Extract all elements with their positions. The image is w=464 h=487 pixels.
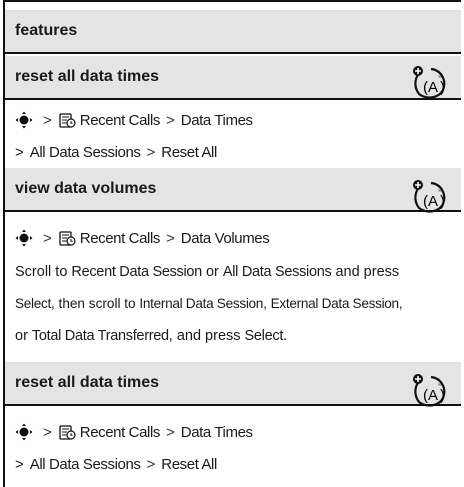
path-separator: > — [166, 229, 175, 247]
text-run: , — [263, 296, 271, 311]
paragraph-line: Scroll to Recent Data Session or All Dat… — [15, 256, 453, 288]
menu-path-line-1: > Recent Calls > Data Volumes — [15, 226, 461, 250]
section-heading-reset-1: reset all data times — [5, 56, 461, 100]
svg-text:(A: (A — [423, 387, 438, 404]
nav-key-icon — [15, 111, 33, 129]
key-all-data-sessions: All Data Sessions — [222, 264, 332, 280]
path-separator: > — [166, 111, 175, 129]
text-run: , — [398, 296, 403, 311]
paragraph-line: Select, then scroll to Internal Data Ses… — [15, 288, 453, 320]
menu-item-all-data-sessions: All Data Sessions — [29, 143, 141, 161]
path-separator: > — [15, 455, 24, 473]
network-dependent-feature-icon: (A ’’ ) — [413, 180, 446, 213]
key-select: Select — [15, 296, 51, 311]
text-run: and press — [331, 264, 400, 280]
key-internal-data-session: Internal Data Session — [139, 296, 264, 311]
key-external-data-session: External Data Session — [270, 296, 400, 311]
menu-path-line-1: > Recent Calls > Data Times — [15, 108, 461, 132]
nav-key-icon — [15, 423, 33, 441]
menu-item-recent-calls: Recent Calls — [79, 111, 161, 129]
svg-text:(A: (A — [423, 79, 438, 96]
path-separator: > — [43, 111, 52, 129]
section-heading-reset-2: reset all data times — [5, 362, 461, 406]
menu-item-reset-all: Reset All — [161, 143, 217, 161]
path-separator: > — [15, 143, 24, 161]
text-run: Scroll to — [15, 264, 72, 280]
network-dependent-feature-icon: (A ’’ ) — [413, 66, 446, 99]
text-run: . — [283, 328, 288, 344]
menu-item-data-volumes: Data Volumes — [180, 229, 270, 247]
svg-text:(A: (A — [423, 193, 438, 210]
table-header: features — [5, 10, 461, 54]
text-run: or — [15, 328, 32, 344]
text-run: or — [201, 264, 223, 280]
recent-calls-icon — [59, 113, 76, 128]
instruction-paragraph: Scroll to Recent Data Session or All Dat… — [15, 256, 453, 352]
menu-item-reset-all: Reset All — [161, 455, 217, 473]
menu-item-data-times: Data Times — [180, 111, 253, 129]
section-heading-label: reset all data times — [15, 68, 160, 85]
path-separator: > — [43, 229, 52, 247]
key-total-data-transferred: Total Data Transferred — [31, 328, 169, 344]
path-separator: > — [166, 423, 175, 441]
section-heading-label: reset all data times — [15, 374, 160, 391]
top-rule — [5, 0, 461, 2]
menu-path-line-2: > All Data Sessions > Reset All — [15, 452, 461, 476]
key-select: Select — [244, 328, 284, 344]
svg-text:): ) — [440, 79, 445, 96]
path-separator: > — [146, 143, 156, 161]
menu-item-data-times: Data Times — [180, 423, 253, 441]
recent-calls-icon — [59, 231, 76, 246]
paragraph-line: or Total Data Transferred, and press Sel… — [15, 320, 453, 352]
svg-text:): ) — [440, 387, 445, 404]
path-separator: > — [43, 423, 52, 441]
section-heading-view-volumes: view data volumes — [5, 168, 461, 212]
menu-path-line-2: > All Data Sessions > Reset All — [15, 140, 461, 164]
feature-table: features reset all data times (A ’’ ) > … — [3, 0, 461, 487]
menu-item-all-data-sessions: All Data Sessions — [29, 455, 141, 473]
menu-item-recent-calls: Recent Calls — [79, 229, 161, 247]
svg-text:): ) — [440, 193, 445, 210]
path-separator: > — [146, 455, 156, 473]
text-run: , then scroll to — [50, 296, 140, 311]
key-recent-data-session: Recent Data Session — [71, 264, 202, 280]
menu-path-line-1: > Recent Calls > Data Times — [15, 420, 461, 444]
menu-item-recent-calls: Recent Calls — [79, 423, 161, 441]
text-run: , and press — [168, 328, 245, 344]
nav-key-icon — [15, 229, 33, 247]
network-dependent-feature-icon: (A ’’ ) — [413, 374, 446, 407]
recent-calls-icon — [59, 425, 76, 440]
table-header-title: features — [15, 22, 78, 39]
section-heading-label: view data volumes — [15, 180, 157, 197]
